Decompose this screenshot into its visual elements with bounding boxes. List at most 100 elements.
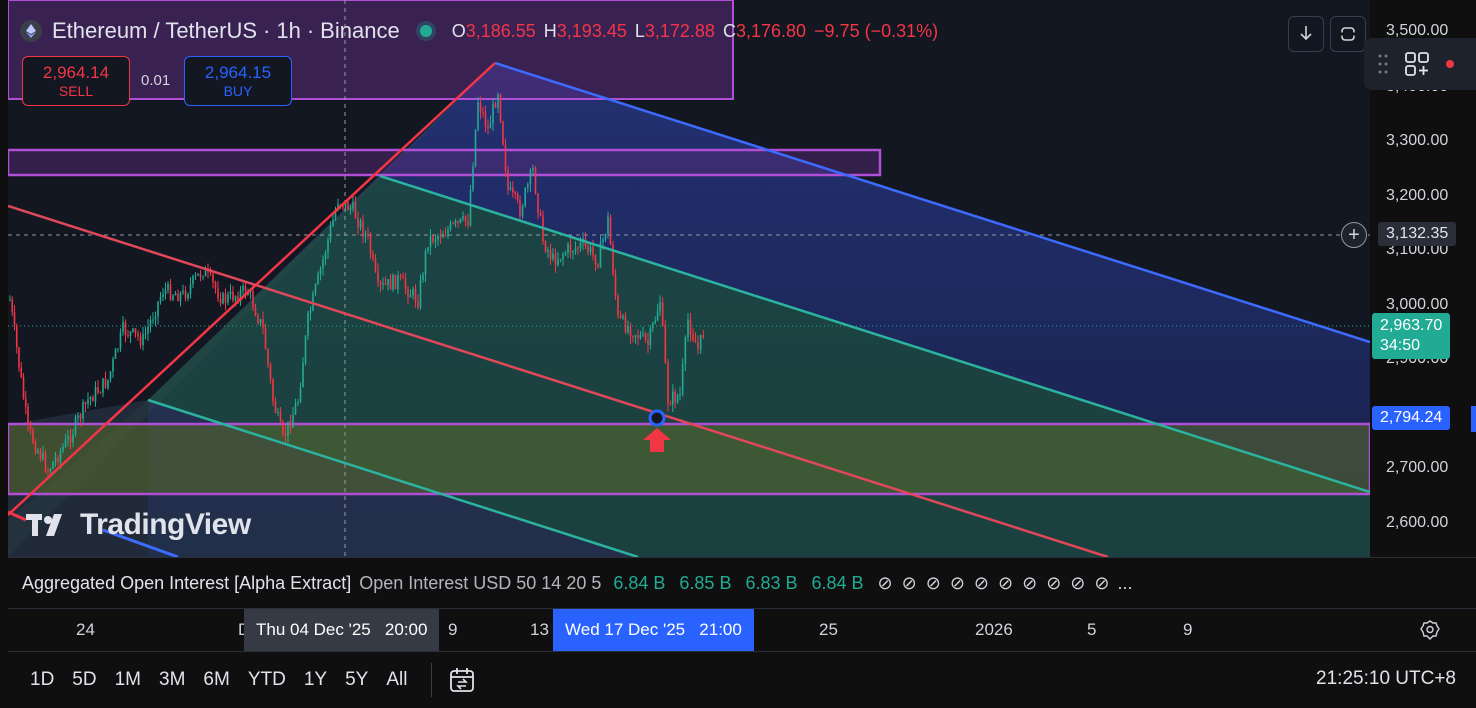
range-ytd-button[interactable]: YTD <box>248 669 286 691</box>
touch-point-marker[interactable] <box>648 409 666 427</box>
time-label: 9 <box>1183 620 1193 639</box>
candle-body <box>44 453 47 472</box>
symbol-name[interactable]: Ethereum / TetherUS <box>52 18 257 44</box>
candle-body <box>592 247 594 255</box>
candle-body <box>577 247 579 249</box>
range-5d-button[interactable]: 5D <box>72 669 96 691</box>
candle-body <box>414 289 417 302</box>
candle-body <box>232 291 234 301</box>
candle-body <box>179 292 182 302</box>
candle-body <box>557 259 559 266</box>
fullscreen-button[interactable] <box>1330 16 1366 52</box>
candle-body <box>699 334 702 350</box>
range-3m-button[interactable]: 3M <box>159 669 185 691</box>
candle-body <box>392 274 394 290</box>
candle-body <box>694 339 697 343</box>
candle-body <box>222 293 224 304</box>
candle-body <box>539 212 542 216</box>
download-button[interactable] <box>1288 16 1324 52</box>
candle-body <box>112 359 114 372</box>
candle-body <box>672 391 674 406</box>
candle-body <box>13 312 16 326</box>
candle-body <box>412 289 414 296</box>
add-alert-button[interactable]: + <box>1341 222 1367 248</box>
candle-body <box>149 319 152 327</box>
candle-body <box>462 216 464 219</box>
market-status-dot[interactable] <box>419 25 432 37</box>
candle-body <box>639 335 642 338</box>
candle-body <box>262 319 264 328</box>
range-1m-button[interactable]: 1M <box>115 669 141 691</box>
candle-body <box>482 112 484 114</box>
indicator-more[interactable]: ... <box>1117 573 1132 594</box>
price-tick: 3,200.00 <box>1386 187 1449 204</box>
candle-body <box>472 166 474 191</box>
time-label: 5 <box>1087 620 1097 639</box>
candle-body <box>264 327 267 350</box>
indicator-params: Open Interest USD 50 14 20 5 <box>359 572 602 593</box>
range-6m-button[interactable]: 6M <box>203 669 229 691</box>
empty-value-icon: ⊘ <box>1094 572 1110 593</box>
candle-body <box>514 192 516 195</box>
drag-icon[interactable] <box>1378 53 1388 75</box>
candle-body <box>424 250 427 275</box>
candle-body <box>459 218 462 223</box>
candle-body <box>407 288 409 298</box>
range-1d-button[interactable]: 1D <box>30 669 54 691</box>
candle-body <box>119 332 122 349</box>
candle-body <box>537 193 539 213</box>
bar-countdown: 34:50 <box>1380 337 1421 354</box>
candle-body <box>94 386 97 402</box>
interval[interactable]: 1h <box>276 18 300 44</box>
candle-body <box>404 278 407 289</box>
toolbar-divider <box>431 663 433 697</box>
indicator-value: 6.83 B <box>745 572 798 593</box>
time-axis[interactable]: 24D91325202659 Thu 04 Dec '25 20:00 Wed … <box>8 609 1476 651</box>
range-1y-button[interactable]: 1Y <box>304 669 327 691</box>
tradingview-logo[interactable]: TradingView <box>26 508 251 542</box>
sell-button[interactable]: 2,964.14 SELL <box>22 56 130 106</box>
clock[interactable]: 21:25:10 UTC+8 <box>1316 668 1456 690</box>
candle-body <box>469 190 472 226</box>
candle-body <box>259 319 262 323</box>
candle-body <box>49 468 52 472</box>
candle-body <box>684 337 687 365</box>
candle-body <box>129 331 132 336</box>
candle-body <box>257 315 259 323</box>
candle-body <box>39 450 42 460</box>
candle-body <box>11 299 14 313</box>
candle-body <box>192 275 194 285</box>
candle-body <box>327 239 329 253</box>
candle-body <box>579 242 582 248</box>
candle-body <box>377 270 379 283</box>
settings-gear-icon[interactable] <box>1420 620 1440 640</box>
candle-body <box>202 276 204 278</box>
indicator-name[interactable]: Aggregated Open Interest [Alpha Extract] <box>22 573 351 594</box>
fullscreen-icon <box>1340 27 1356 41</box>
candle-body <box>574 247 577 252</box>
compare-date-icon[interactable] <box>448 666 476 694</box>
buy-label: BUY <box>223 83 253 99</box>
candle-body <box>102 378 104 393</box>
candle-body <box>429 235 432 248</box>
candle-body <box>697 342 699 350</box>
candle-body <box>374 258 377 271</box>
range-all-button[interactable]: All <box>386 669 407 691</box>
candle-body <box>317 273 319 285</box>
candle-body <box>307 312 309 336</box>
indicator-legend[interactable]: Aggregated Open Interest [Alpha Extract]… <box>8 557 1476 609</box>
exchange: Binance <box>320 18 400 43</box>
buy-button[interactable]: 2,964.15 BUY <box>184 56 292 106</box>
candle-body <box>229 291 232 295</box>
candle-body <box>302 362 304 388</box>
candle-body <box>187 294 189 299</box>
layout-icon[interactable] <box>1404 51 1430 77</box>
range-5y-button[interactable]: 5Y <box>345 669 368 691</box>
bottom-toolbar: 1D 5D 1M 3M 6M YTD 1Y 5Y All 21:25:10 UT… <box>8 651 1476 708</box>
indicator-value: 6.84 B <box>811 572 864 593</box>
empty-value-icon: ⊘ <box>925 572 941 593</box>
candle-body <box>474 129 477 167</box>
layout-widget[interactable] <box>1364 38 1476 90</box>
candle-body <box>389 279 392 290</box>
candle-body <box>279 412 282 423</box>
